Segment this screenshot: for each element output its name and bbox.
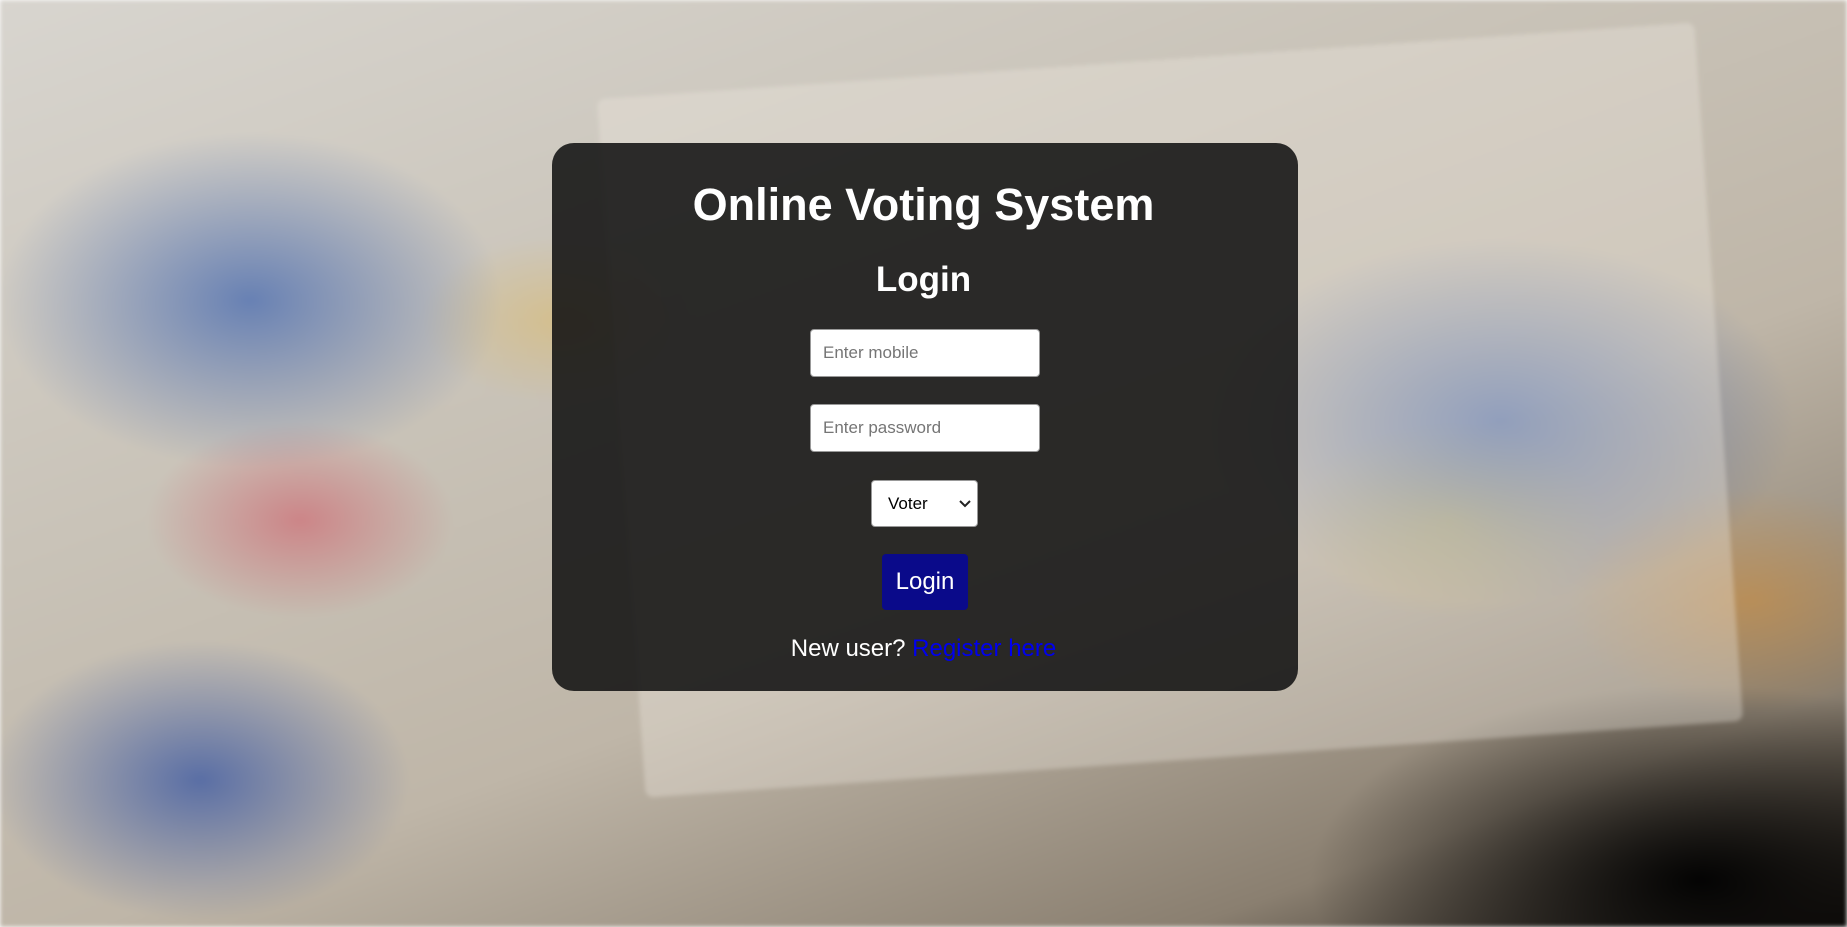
password-input[interactable] [810,404,1040,452]
register-link[interactable]: Register here [912,635,1056,662]
role-select-value: Voter [888,493,928,513]
role-select[interactable]: Voter [871,480,978,527]
login-heading: Login [875,260,972,299]
register-prompt: New user? Register here [0,634,1847,664]
login-button[interactable]: Login [882,554,968,610]
mobile-input[interactable] [810,329,1040,377]
chevron-down-icon [959,496,971,511]
page-title: Online Voting System [692,179,1155,230]
new-user-text: New user? [790,635,913,662]
